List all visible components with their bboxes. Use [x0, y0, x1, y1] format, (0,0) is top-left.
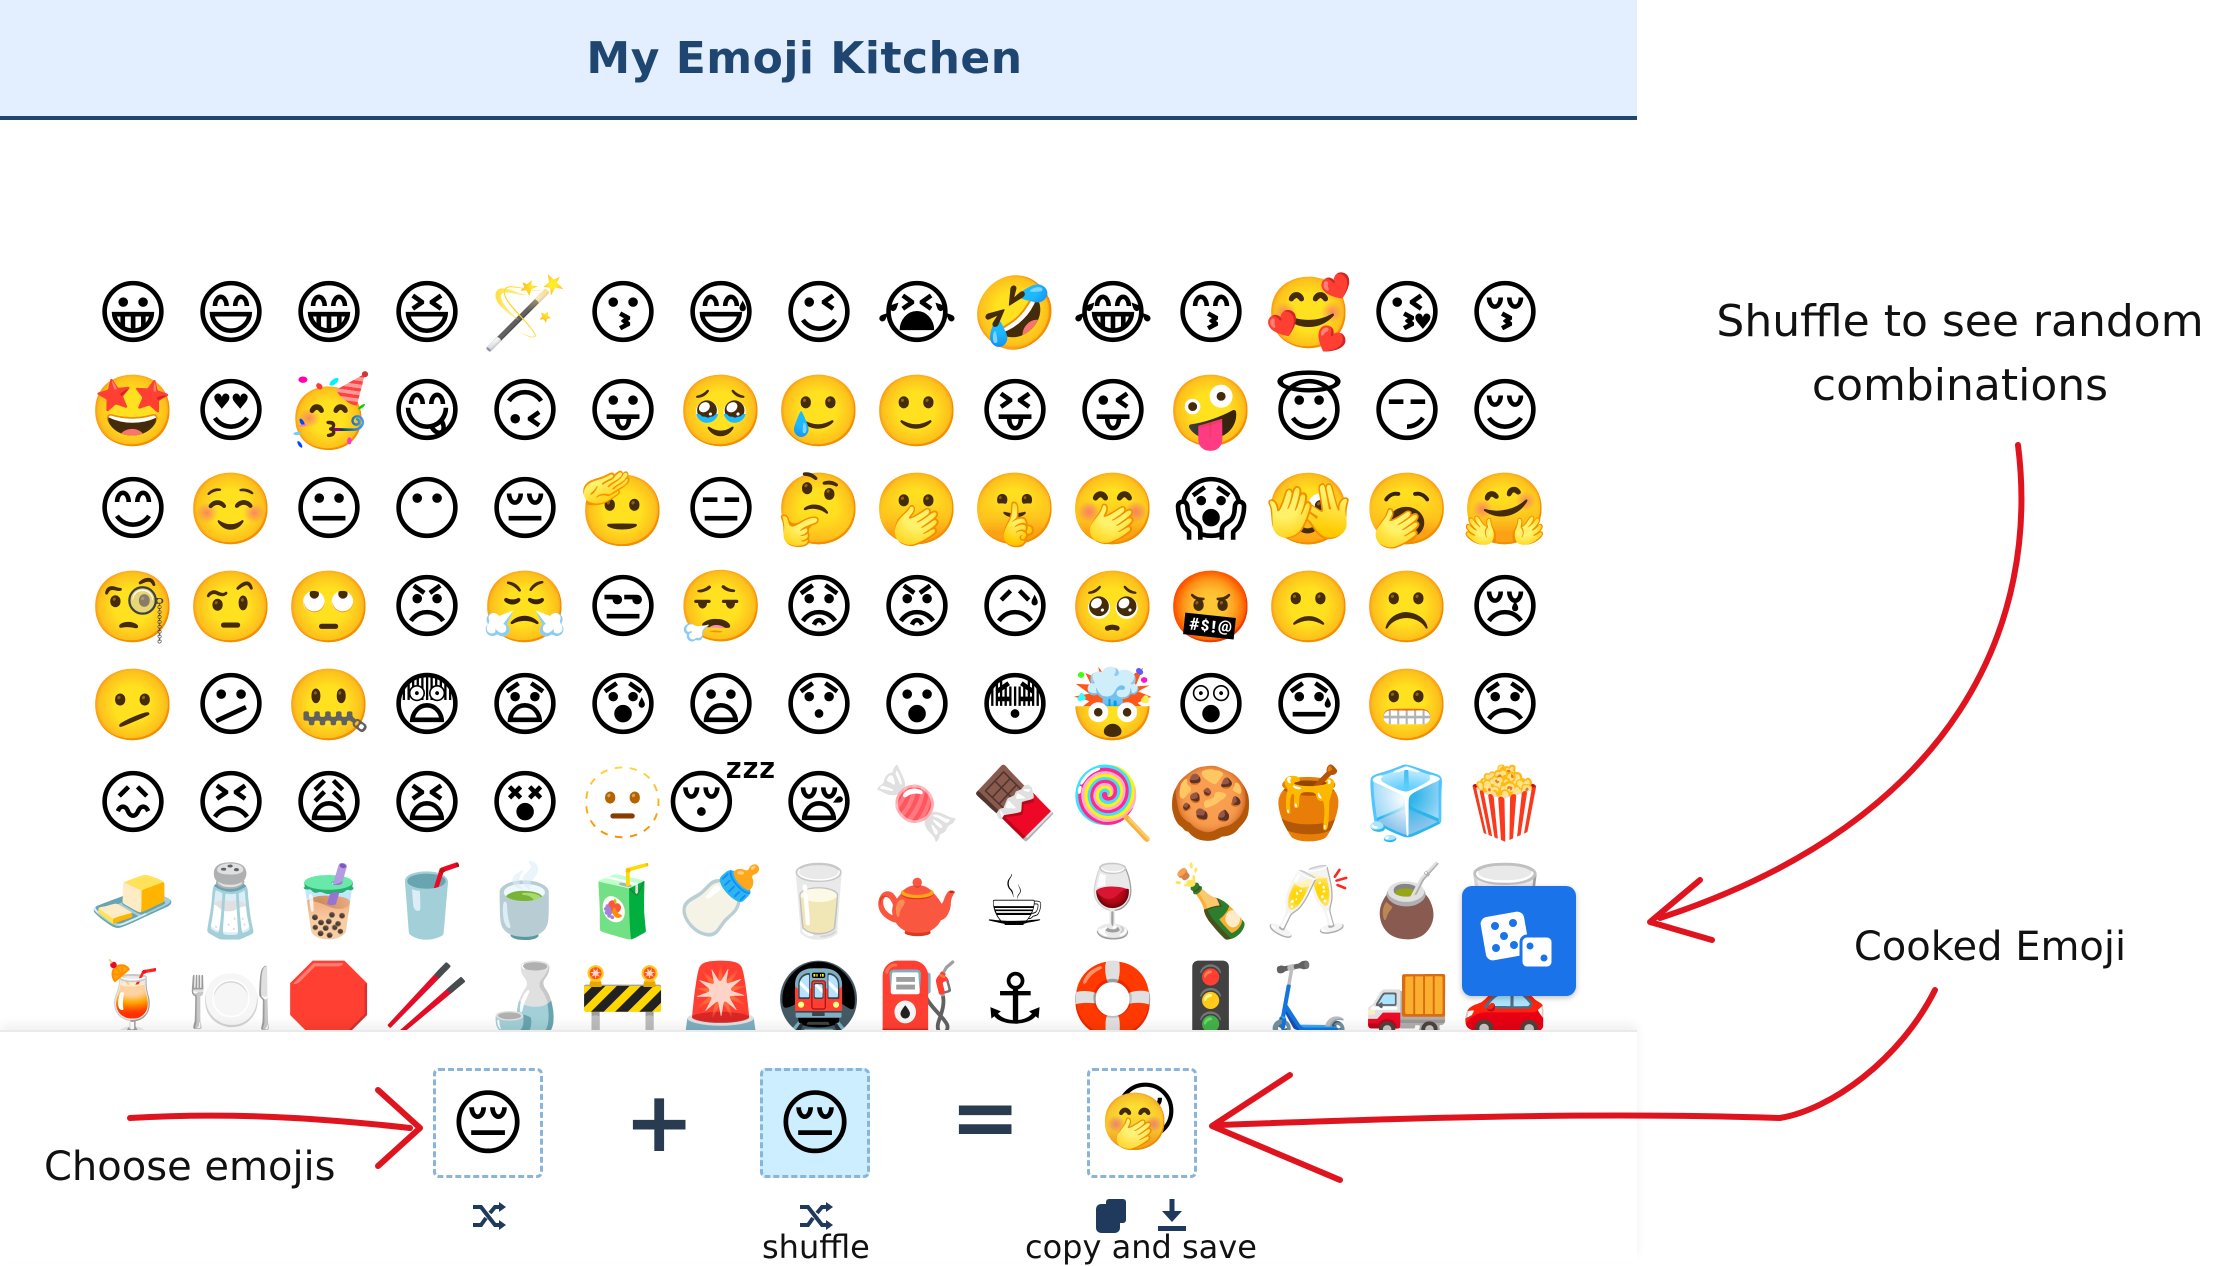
shuffle-arrow: [1657, 442, 2025, 921]
annotation-arrows: [127, 442, 2025, 1183]
cooked-arrow: [1217, 987, 1938, 1128]
choose-arrow: [127, 1112, 413, 1131]
